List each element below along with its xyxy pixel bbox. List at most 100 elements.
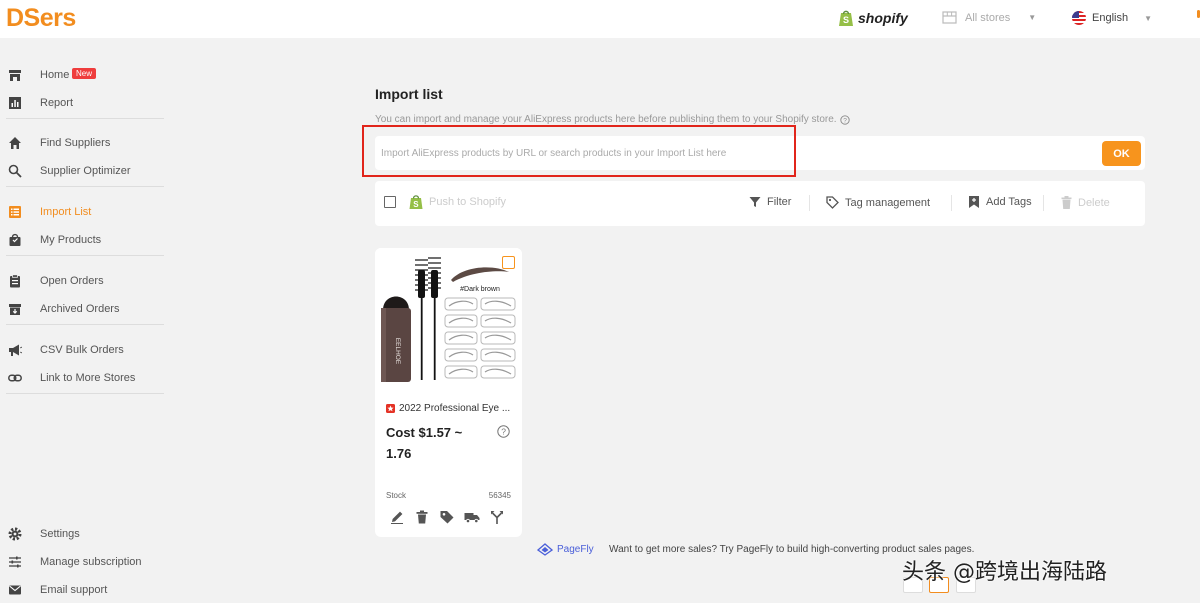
new-badge: New bbox=[72, 68, 97, 79]
sidebar-divider bbox=[6, 255, 164, 256]
sidebar-divider bbox=[6, 186, 164, 187]
sidebar-item-label: Report bbox=[40, 97, 74, 109]
tag-management-button[interactable]: Tag management bbox=[826, 196, 930, 209]
page-description: You can import and manage your AliExpres… bbox=[375, 114, 850, 125]
filter-button[interactable]: Filter bbox=[749, 196, 791, 208]
shopify-label: shopify bbox=[858, 10, 908, 26]
clipboard-icon bbox=[10, 274, 20, 288]
tag-icon bbox=[826, 196, 839, 209]
shopify-platform-indicator[interactable]: S shopify bbox=[838, 9, 908, 27]
sidebar-item-manage-subscription[interactable]: Manage subscription bbox=[0, 550, 168, 574]
search-icon bbox=[8, 164, 22, 178]
ok-button[interactable]: OK bbox=[1102, 141, 1141, 166]
shopping-bag-icon bbox=[9, 233, 21, 246]
product-image-caption: #Dark brown bbox=[460, 286, 500, 293]
megaphone-icon bbox=[9, 344, 22, 356]
svg-text:?: ? bbox=[501, 427, 506, 437]
sidebar-item-my-products[interactable]: My Products bbox=[0, 228, 168, 252]
sidebar-item-settings[interactable]: Settings bbox=[0, 522, 168, 546]
help-circle-icon[interactable]: ? bbox=[497, 425, 510, 438]
sidebar-item-label: Settings bbox=[40, 528, 80, 540]
toolbar-divider bbox=[1043, 195, 1044, 211]
sidebar-item-label: Manage subscription bbox=[40, 556, 142, 568]
sidebar-item-label: Find Suppliers bbox=[40, 137, 111, 149]
product-title-text: 2022 Professional Eye ... bbox=[399, 403, 511, 414]
sidebar-item-find-suppliers[interactable]: Find Suppliers bbox=[0, 131, 168, 155]
sidebar-divider bbox=[6, 324, 164, 325]
sidebar: Home New Report Find Suppliers Supplier … bbox=[0, 38, 168, 603]
report-icon bbox=[9, 97, 21, 109]
pagefly-logo-icon bbox=[537, 543, 553, 556]
link-icon bbox=[8, 374, 22, 382]
sidebar-item-label: Archived Orders bbox=[40, 303, 120, 315]
store-icon bbox=[942, 11, 957, 24]
edit-pencil-icon[interactable] bbox=[389, 509, 405, 525]
shopify-bag-icon: S bbox=[409, 195, 423, 209]
add-tags-label: Add Tags bbox=[986, 196, 1032, 208]
sidebar-item-home[interactable]: Home New bbox=[0, 63, 168, 87]
add-tags-button[interactable]: Add Tags bbox=[968, 195, 1032, 209]
product-image[interactable]: EELHOE #Dark brown bbox=[375, 248, 522, 395]
product-actions bbox=[389, 509, 505, 525]
dsers-logo[interactable]: DSers bbox=[6, 4, 76, 33]
stock-label: Stock bbox=[386, 491, 407, 500]
sidebar-item-email-support[interactable]: Email support bbox=[0, 578, 168, 602]
sliders-icon bbox=[9, 556, 21, 568]
eyebrow-stamp-kit-image: EELHOE #Dark brown bbox=[381, 257, 516, 382]
product-cost: Cost $1.57 ~ 1.76 bbox=[386, 425, 463, 461]
language-label: English bbox=[1092, 12, 1129, 24]
split-icon[interactable] bbox=[489, 509, 505, 525]
sidebar-item-csv-bulk-orders[interactable]: CSV Bulk Orders bbox=[0, 338, 168, 362]
sidebar-item-label: Supplier Optimizer bbox=[40, 165, 131, 177]
sidebar-divider bbox=[6, 118, 164, 119]
pagefly-brand: PageFly bbox=[557, 544, 594, 555]
sidebar-item-archived-orders[interactable]: Archived Orders bbox=[0, 297, 168, 321]
sidebar-item-label: Link to More Stores bbox=[40, 372, 136, 384]
push-to-shopify-button[interactable]: S Push to Shopify bbox=[409, 194, 506, 210]
sidebar-item-label: CSV Bulk Orders bbox=[40, 344, 124, 356]
sidebar-item-supplier-optimizer[interactable]: Supplier Optimizer bbox=[0, 159, 168, 183]
push-to-shopify-label: Push to Shopify bbox=[429, 196, 507, 208]
stock-value: 56345 bbox=[488, 491, 511, 500]
filter-label: Filter bbox=[767, 196, 792, 208]
email-icon bbox=[9, 585, 21, 595]
help-circle-icon[interactable]: ? bbox=[839, 114, 850, 125]
sidebar-item-label: My Products bbox=[40, 234, 102, 246]
sidebar-item-open-orders[interactable]: Open Orders bbox=[0, 269, 168, 293]
sidebar-item-label: Email support bbox=[40, 584, 108, 596]
sidebar-item-label: Import List bbox=[40, 206, 92, 218]
svg-text:S: S bbox=[413, 200, 419, 209]
sidebar-item-label: Home bbox=[40, 69, 70, 81]
language-selector[interactable]: English ▼ bbox=[1072, 11, 1152, 25]
toolbar-divider bbox=[951, 195, 952, 211]
page-title: Import list bbox=[375, 86, 443, 102]
bookmark-plus-icon bbox=[969, 196, 979, 208]
trash-icon[interactable] bbox=[414, 509, 430, 525]
sidebar-item-report[interactable]: Report bbox=[0, 91, 168, 115]
product-brand-label: EELHOE bbox=[394, 338, 401, 365]
product-title[interactable]: 2022 Professional Eye ... bbox=[386, 403, 516, 414]
chevron-down-icon: ▼ bbox=[1028, 13, 1037, 22]
svg-text:S: S bbox=[843, 15, 849, 25]
shipping-truck-icon[interactable] bbox=[464, 509, 480, 525]
product-select-checkbox[interactable] bbox=[502, 256, 515, 269]
aliexpress-icon bbox=[386, 404, 395, 413]
trash-icon bbox=[1061, 196, 1072, 209]
sidebar-item-import-list[interactable]: Import List bbox=[0, 200, 168, 224]
store-selector[interactable]: All stores ▼ bbox=[942, 11, 1036, 24]
delete-label: Delete bbox=[1078, 196, 1110, 209]
tag-icon[interactable] bbox=[439, 509, 455, 525]
pagefly-link[interactable]: PageFly bbox=[537, 543, 594, 556]
checkbox[interactable] bbox=[384, 196, 396, 208]
sidebar-item-link-more-stores[interactable]: Link to More Stores bbox=[0, 366, 168, 390]
top-header: DSers S shopify All stores ▼ English ▼ bbox=[0, 0, 1200, 38]
gear-icon bbox=[8, 527, 22, 541]
delete-button[interactable]: Delete bbox=[1061, 196, 1110, 209]
select-all-checkbox[interactable] bbox=[384, 196, 396, 208]
home-store-icon bbox=[9, 70, 21, 81]
tag-management-label: Tag management bbox=[845, 196, 930, 209]
us-flag-icon bbox=[1072, 11, 1086, 25]
home-icon bbox=[9, 137, 21, 149]
product-card[interactable]: EELHOE #Dark brown 2022 Professional Eye… bbox=[375, 248, 522, 537]
chevron-down-icon: ▼ bbox=[1144, 13, 1152, 23]
